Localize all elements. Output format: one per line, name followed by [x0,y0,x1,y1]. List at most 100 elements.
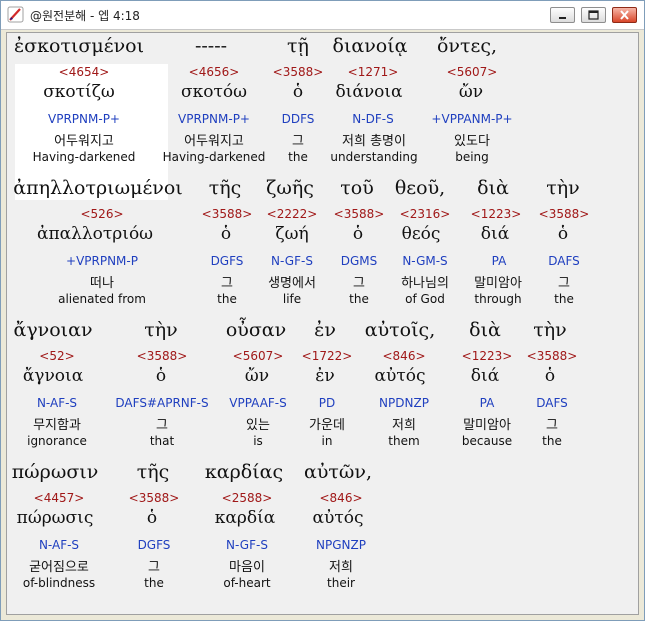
strong-number[interactable]: <526> [80,207,123,221]
lemma[interactable]: ὁ [293,82,303,102]
greek-word[interactable]: ὄντες, [437,35,497,57]
strong-number[interactable]: <3588> [273,65,324,79]
lemma[interactable]: διά [481,224,509,244]
morph-code[interactable]: DGMS [341,254,378,268]
greek-word[interactable]: αὐτοῖς, [365,319,435,341]
lemma[interactable]: σκοτίζω [43,82,115,102]
lemma[interactable]: ὤν [459,82,483,102]
lemma[interactable]: ὁ [156,366,166,386]
lemma[interactable]: διά [471,366,499,386]
english-gloss: through [474,292,522,306]
english-gloss: understanding [330,150,418,164]
korean-gloss: 그 [148,560,160,575]
lemma[interactable]: ἄγνοια [23,366,83,386]
greek-word[interactable]: αὐτῶν, [304,461,372,483]
greek-word[interactable]: τοῦ [340,177,374,199]
morph-code[interactable]: N-GF-S [226,538,268,552]
morph-code[interactable]: PA [492,254,507,268]
greek-word[interactable]: ----- [195,35,227,57]
lemma[interactable]: ὁ [545,366,555,386]
strong-number[interactable]: <1223> [471,207,522,221]
lemma[interactable]: καρδία [215,508,275,528]
morph-code[interactable]: NPDNZP [379,396,429,410]
morph-code[interactable]: N-GM-S [402,254,447,268]
lemma[interactable]: διάνοια [335,82,402,102]
minimize-button[interactable] [550,7,575,23]
greek-word[interactable]: πώρωσιν [12,461,99,483]
lemma[interactable]: ὁ [147,508,157,528]
lemma[interactable]: ὁ [558,224,568,244]
strong-number[interactable]: <3588> [202,207,253,221]
greek-word[interactable]: ἄγνοιαν [13,319,92,341]
greek-word[interactable]: καρδίας [205,461,283,483]
title-bar[interactable]: @원전분해 - 엡 4:18 [1,1,644,30]
strong-number[interactable]: <3588> [334,207,385,221]
korean-gloss: 저희 [329,560,353,575]
lemma[interactable]: ὁ [353,224,363,244]
morph-code[interactable]: +VPRPNM-P [66,254,138,268]
strong-number[interactable]: <4457> [34,491,85,505]
morph-code[interactable]: N-DF-S [352,112,393,126]
morph-code[interactable]: N-AF-S [37,396,77,410]
greek-word[interactable]: οὖσαν [226,319,286,341]
strong-number[interactable]: <5607> [447,65,498,79]
morph-code[interactable]: DAFS#APRNF-S [115,396,208,410]
strong-number[interactable]: <1223> [462,349,513,363]
morph-code[interactable]: VPRPNM-P+ [178,112,250,126]
lemma[interactable]: ὁ [221,224,231,244]
maximize-button[interactable] [581,7,606,23]
greek-word[interactable]: ζωῆς [266,177,314,199]
strong-number[interactable]: <846> [382,349,425,363]
greek-word[interactable]: τῇ [287,35,309,57]
morph-code[interactable]: NPGNZP [316,538,366,552]
strong-number[interactable]: <2316> [400,207,451,221]
lemma[interactable]: ζωή [275,224,308,244]
greek-word[interactable]: διανοίᾳ [333,35,408,57]
greek-word[interactable]: τῆς [137,461,170,483]
lemma[interactable]: ἀπαλλοτριόω [37,224,153,244]
strong-number[interactable]: <3588> [137,349,188,363]
strong-number[interactable]: <5607> [233,349,284,363]
greek-word[interactable]: ἐν [314,319,336,341]
lemma[interactable]: θεός [402,224,441,244]
morph-code[interactable]: DAFS [548,254,580,268]
strong-number[interactable]: <2588> [222,491,273,505]
morph-code[interactable]: PD [319,396,335,410]
strong-number[interactable]: <1271> [348,65,399,79]
morph-code[interactable]: DDFS [282,112,315,126]
lemma[interactable]: σκοτόω [181,82,247,102]
morph-code[interactable]: DGFS [138,538,171,552]
strong-number[interactable]: <4656> [189,65,240,79]
greek-word[interactable]: τὴν [144,319,177,341]
lemma[interactable]: ἐν [315,366,334,386]
lemma[interactable]: πώρωσις [17,508,94,528]
strong-number[interactable]: <3588> [129,491,180,505]
morph-code[interactable]: DGFS [211,254,244,268]
morph-code[interactable]: VPRPNM-P+ [48,112,120,126]
strong-number[interactable]: <4654> [59,65,110,79]
close-button[interactable] [612,7,637,23]
greek-word[interactable]: ἀπηλλοτριωμένοι [13,177,182,199]
strong-number[interactable]: <3588> [539,207,590,221]
greek-word[interactable]: τῆς [209,177,242,199]
lemma[interactable]: ὤν [245,366,269,386]
strong-number[interactable]: <2222> [267,207,318,221]
greek-word[interactable]: τὴν [546,177,579,199]
greek-word[interactable]: θεοῦ, [395,177,445,199]
strong-number[interactable]: <3588> [527,349,578,363]
strong-number[interactable]: <52> [39,349,74,363]
morph-code[interactable]: +VPPANM-P+ [431,112,512,126]
morph-code[interactable]: N-GF-S [271,254,313,268]
strong-number[interactable]: <1722> [302,349,353,363]
greek-word[interactable]: τὴν [533,319,566,341]
lemma[interactable]: αὐτός [375,366,426,386]
greek-word[interactable]: διὰ [477,177,509,199]
morph-code[interactable]: N-AF-S [39,538,79,552]
lemma[interactable]: αὐτός [313,508,364,528]
morph-code[interactable]: VPPAAF-S [229,396,287,410]
greek-word[interactable]: διὰ [469,319,501,341]
greek-word[interactable]: ἐσκοτισμένοι [14,35,144,57]
strong-number[interactable]: <846> [319,491,362,505]
morph-code[interactable]: DAFS [536,396,568,410]
morph-code[interactable]: PA [480,396,495,410]
